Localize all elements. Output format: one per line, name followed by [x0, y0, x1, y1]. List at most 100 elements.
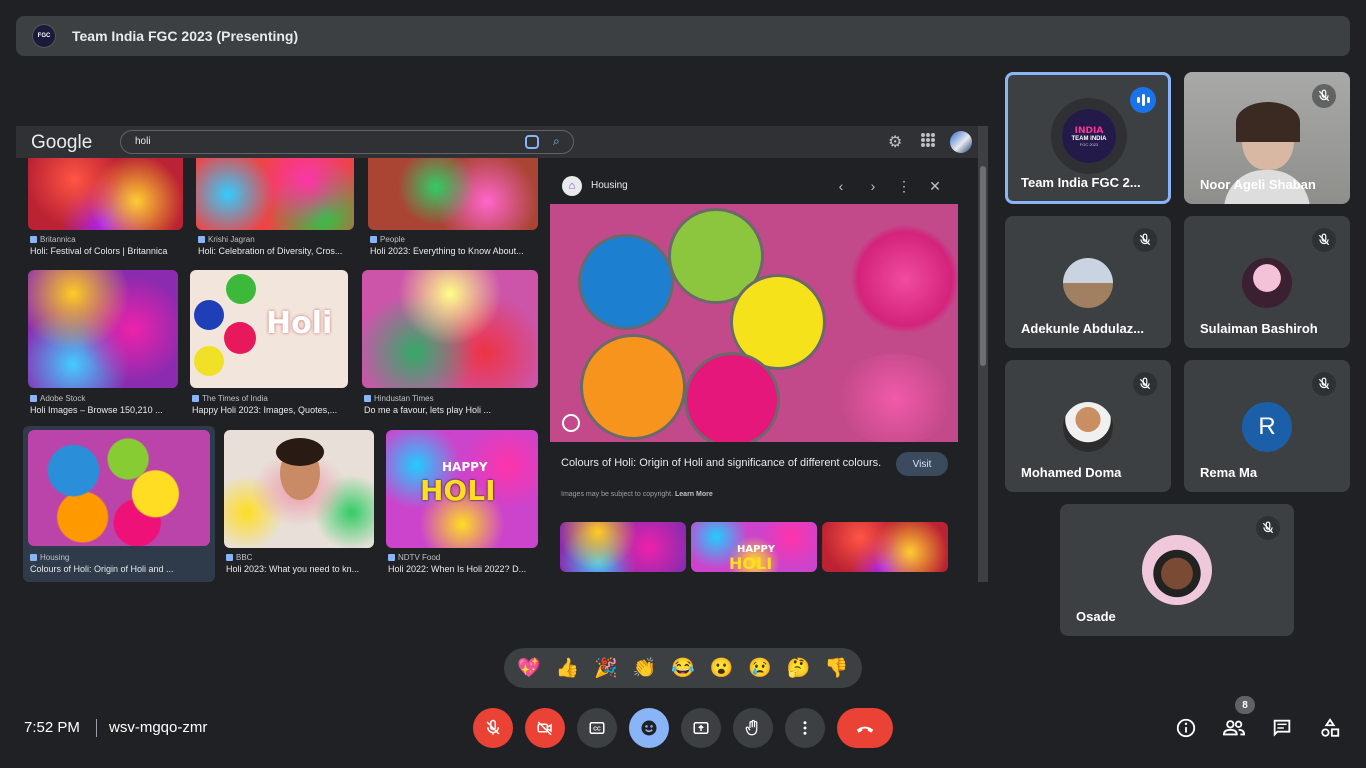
result-image-5[interactable]: Holi	[190, 270, 348, 388]
people-button[interactable]	[1220, 714, 1248, 742]
meeting-code: wsv-mgqo-zmr	[109, 719, 208, 736]
close-icon[interactable]: ✕	[926, 178, 944, 195]
avatar	[1242, 258, 1292, 308]
previous-icon[interactable]: ‹	[832, 178, 850, 194]
result-source: Krishi Jagran	[198, 235, 255, 244]
preview-header: ⌂ Housing ‹ › ⋮ ✕	[550, 170, 974, 204]
reaction-sparkling-heart[interactable]: 💖	[514, 656, 544, 680]
result-image-2[interactable]	[196, 158, 354, 230]
avatar-bottom-text: FGC 2023	[1079, 141, 1099, 147]
reaction-thinking[interactable]: 🤔	[783, 656, 813, 680]
result-image-7[interactable]	[28, 430, 210, 546]
result-title[interactable]: Do me a favour, lets play Holi ...	[364, 405, 524, 415]
camera-toggle-button[interactable]	[525, 708, 565, 748]
google-lens-icon[interactable]	[525, 135, 539, 149]
raise-hand-button[interactable]	[733, 708, 773, 748]
result-image-9[interactable]: HAPPY HOLI	[386, 430, 538, 548]
participant-tile-team-india[interactable]: INDIA TEAM INDIA FGC 2023 Team India FGC…	[1005, 72, 1171, 204]
participant-name: Sulaiman Bashiroh	[1200, 321, 1318, 336]
settings-gear-icon[interactable]: ⚙	[888, 132, 902, 152]
speaking-indicator-icon	[1130, 87, 1156, 113]
result-title[interactable]: Colours of Holi: Origin of Holi and ...	[30, 564, 190, 574]
participant-name: Osade	[1076, 609, 1116, 624]
camera-off-icon	[537, 721, 552, 736]
apps-grid-icon[interactable]	[921, 133, 935, 147]
chat-button[interactable]	[1268, 714, 1296, 742]
participant-tile-mohamed[interactable]: Mohamed Doma	[1005, 360, 1171, 492]
related-thumb-2[interactable]: HAPPY HOLI	[691, 522, 817, 572]
google-search-bar: Google holi ⌕ ⚙	[16, 126, 988, 158]
more-options-button[interactable]	[785, 708, 825, 748]
account-avatar[interactable]	[950, 131, 972, 153]
present-screen-button[interactable]	[681, 708, 721, 748]
preview-site-name[interactable]: Housing	[591, 180, 628, 191]
search-icon[interactable]: ⌕	[553, 134, 560, 149]
participant-tile-noor[interactable]: Noor Ageli Shaban	[1184, 72, 1350, 204]
result-title[interactable]: Happy Holi 2023: Images, Quotes,...	[192, 405, 352, 415]
image-preview-panel: ⌂ Housing ‹ › ⋮ ✕ Colours of Holi: Origi…	[550, 170, 974, 574]
result-image-1[interactable]	[28, 158, 183, 230]
reaction-joy[interactable]: 😂	[668, 656, 698, 680]
present-icon	[693, 722, 709, 734]
leave-call-button[interactable]	[837, 708, 893, 748]
mic-off-icon	[1133, 372, 1157, 396]
related-thumb-3[interactable]	[822, 522, 948, 572]
result-image-6[interactable]	[362, 270, 538, 388]
chat-icon	[1273, 719, 1291, 737]
hang-up-icon	[856, 726, 874, 733]
participant-tile-osade[interactable]: Osade	[1060, 504, 1294, 636]
activities-button[interactable]	[1316, 714, 1344, 742]
scrollbar-thumb[interactable]	[980, 166, 986, 366]
info-icon	[1176, 718, 1196, 738]
search-query: holi	[135, 136, 151, 147]
result-source: Hindustan Times	[364, 394, 434, 403]
mic-off-icon	[1256, 516, 1280, 540]
participant-tile-rema[interactable]: R Rema Ma	[1184, 360, 1350, 492]
result-source: The Times of India	[192, 394, 268, 403]
result-title[interactable]: Holi 2022: When Is Holi 2022? D...	[388, 564, 548, 574]
related-thumb-1[interactable]	[560, 522, 686, 572]
participant-name: Mohamed Doma	[1021, 465, 1122, 480]
reaction-clapping[interactable]: 👏	[630, 656, 660, 680]
page-scrollbar[interactable]	[978, 126, 988, 582]
preview-image[interactable]	[550, 204, 958, 442]
participant-name: Noor Ageli Shaban	[1200, 177, 1316, 192]
microphone-toggle-button[interactable]	[473, 708, 513, 748]
result-title[interactable]: Holi 2023: What you need to kn...	[226, 564, 386, 574]
result-source: Adobe Stock	[30, 394, 85, 403]
learn-more-link[interactable]: Learn More	[675, 491, 713, 498]
result-source: BBC	[226, 553, 252, 562]
participant-name: Rema Ma	[1200, 465, 1258, 480]
result-image-3[interactable]	[368, 158, 538, 230]
mic-off-icon	[1312, 84, 1336, 108]
preview-title[interactable]: Colours of Holi: Origin of Holi and sign…	[561, 455, 891, 471]
reactions-button[interactable]	[629, 708, 669, 748]
participant-tile-sulaiman[interactable]: Sulaiman Bashiroh	[1184, 216, 1350, 348]
captions-icon: CC	[589, 722, 605, 734]
participant-tile-adekunle[interactable]: Adekunle Abdulaz...	[1005, 216, 1171, 348]
svg-text:CC: CC	[593, 726, 601, 732]
meeting-details-button[interactable]	[1172, 714, 1200, 742]
result-title[interactable]: Holi Images – Browse 150,210 ...	[30, 405, 190, 415]
result-title[interactable]: Holi: Festival of Colors | Britannica	[30, 246, 190, 256]
search-input[interactable]: holi ⌕	[120, 130, 574, 154]
reaction-surprised[interactable]: 😮	[706, 656, 736, 680]
result-title[interactable]: Holi: Celebration of Diversity, Cros...	[198, 246, 358, 256]
reaction-party-popper[interactable]: 🎉	[591, 656, 621, 680]
reaction-thumbs-up[interactable]: 👍	[553, 656, 583, 680]
result-source: Britannica	[30, 235, 76, 244]
more-options-icon[interactable]: ⋮	[895, 178, 913, 195]
lens-search-icon[interactable]	[562, 414, 580, 432]
visit-button[interactable]: Visit	[896, 452, 948, 476]
captions-button[interactable]: CC	[577, 708, 617, 748]
reaction-crying[interactable]: 😢	[745, 656, 775, 680]
mic-off-icon	[486, 719, 500, 735]
avatar: R	[1242, 402, 1292, 452]
result-image-4[interactable]	[28, 270, 178, 388]
result-image-8[interactable]	[224, 430, 374, 548]
hand-icon	[745, 719, 758, 736]
reaction-thumbs-down[interactable]: 👎	[822, 656, 852, 680]
copyright-text: Images may be subject to copyright.	[561, 491, 674, 498]
next-icon[interactable]: ›	[864, 178, 882, 194]
result-title[interactable]: Holi 2023: Everything to Know About...	[370, 246, 530, 256]
